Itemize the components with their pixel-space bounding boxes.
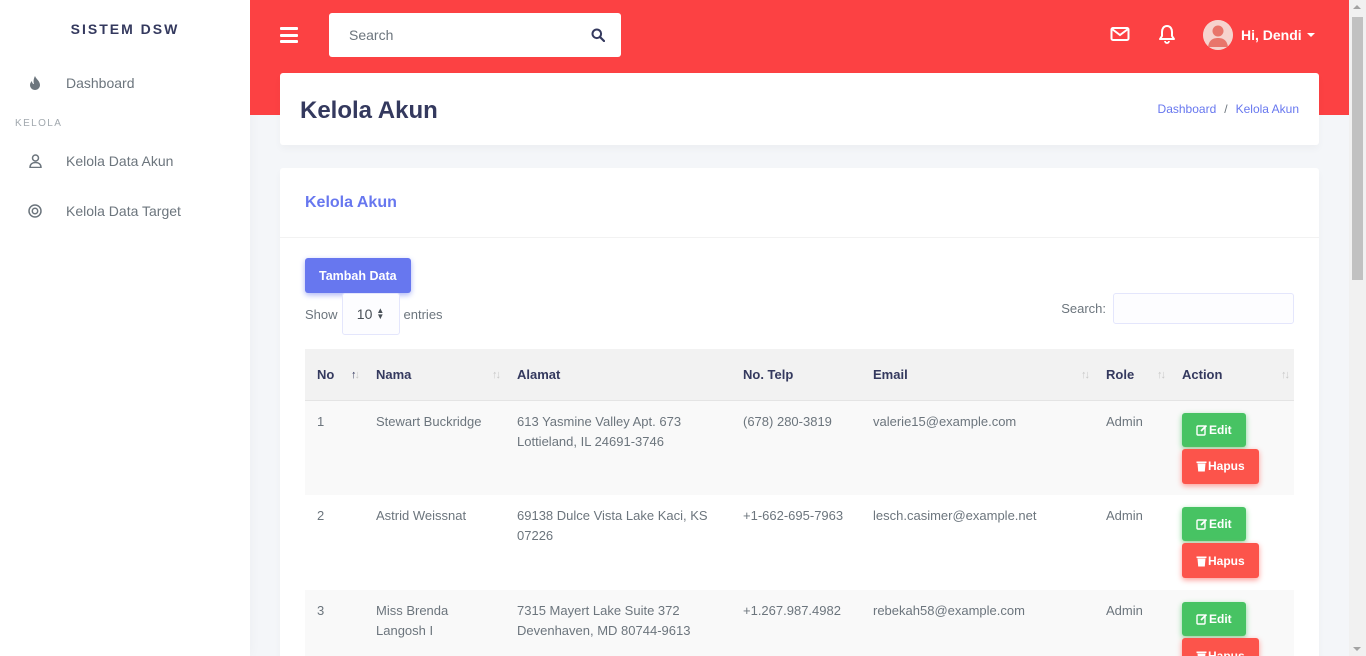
delete-button[interactable]: Hapus [1182,543,1259,578]
cell-action: Edit Hapus [1170,400,1294,495]
menu-toggle-icon[interactable] [280,27,298,43]
fire-icon [28,76,42,90]
edit-icon [1196,518,1208,530]
accounts-table: No ↑↓ Nama ↑↓ Alamat No. Telp Email ↑↓ Role… [305,349,1294,656]
cell-email: valerie15@example.com [873,413,1017,429]
page-title: Kelola Akun [300,97,438,124]
cell-nama: Miss Brenda Langosh I [376,603,449,638]
trash-icon [1196,651,1207,656]
sidebar-item-label: Kelola Data Akun [66,153,174,169]
cell-alamat: 69138 Dulce Vista Lake Kaci, KS 07226 [517,508,708,543]
cell-no: 3 [317,603,325,618]
cell-telp: +1-662-695-7963 [743,508,844,523]
cell-telp: (678) 280-3819 [743,413,832,429]
cell-no: 1 [317,413,325,429]
table-row: 2 Astrid Weissnat 69138 Dulce Vista Lake… [305,495,1294,590]
cell-alamat: 613 Yasmine Valley Apt. 673 Lottieland, … [517,413,682,449]
column-header-email[interactable]: Email ↑↓ [861,349,1094,400]
trash-icon [1196,556,1207,566]
sidebar: SISTEM DSW Dashboard KELOLA Kelola Data … [0,0,250,656]
table-row: 1 Stewart Buckridge 613 Yasmine Valley A… [305,400,1294,495]
cell-role: Admin [1106,603,1143,618]
table-row: 3 Miss Brenda Langosh I 7315 Mayert Lake… [305,590,1294,656]
column-header-action[interactable]: Action ↑↓ [1170,349,1294,400]
show-label: Show [305,306,338,322]
sort-icon: ↑↓ [351,369,360,381]
scroll-up-icon[interactable] [1353,5,1361,9]
cell-telp: +1.267.987.4982 [743,603,841,618]
user-icon [28,154,42,168]
sidebar-item-dashboard[interactable]: Dashboard [0,58,250,108]
sort-icon: ↑↓ [1157,369,1166,381]
edit-icon [1196,613,1208,625]
select-arrows-icon: ▲ ▼ [376,306,385,321]
sort-icon: ↑↓ [492,369,501,381]
chevron-down-icon [1306,33,1315,37]
search-form [329,13,621,57]
breadcrumb: Dashboard / Kelola Akun [1158,102,1299,116]
edit-button[interactable]: Edit [1182,507,1246,541]
page-scrollbar[interactable] [1349,0,1366,656]
cell-nama: Stewart Buckridge [376,413,482,429]
section-header: Kelola Akun Dashboard / Kelola Akun [280,73,1319,145]
filter-label: Search: [1061,301,1106,316]
sidebar-item-label: Dashboard [66,75,135,91]
column-header-alamat: Alamat [517,366,561,382]
search-input[interactable] [329,27,579,43]
column-header-role[interactable]: Role ↑↓ [1094,349,1170,400]
cell-action: Edit Hapus [1170,590,1294,656]
bell-icon[interactable] [1157,24,1177,44]
table-search-input[interactable] [1113,293,1294,324]
column-header-nama[interactable]: Nama ↑↓ [364,349,505,400]
envelope-icon[interactable] [1110,24,1130,44]
entries-label: entries [403,306,443,322]
scrollbar-thumb[interactable] [1352,17,1363,280]
entries-select[interactable]: 10 ▲ ▼ [341,293,400,335]
cell-action: Edit Hapus [1170,495,1294,590]
table-header-row: No ↑↓ Nama ↑↓ Alamat No. Telp Email ↑↓ Role… [305,349,1294,400]
cell-email: rebekah58@example.com [873,603,1025,618]
delete-button[interactable]: Hapus [1182,638,1259,656]
sidebar-item-label: Kelola Data Target [66,203,181,219]
breadcrumb-dashboard[interactable]: Dashboard [1158,102,1217,116]
scroll-down-icon[interactable] [1353,647,1361,651]
cell-email: lesch.casimer@example.net [873,508,1037,523]
table-filter: Search: [1061,293,1294,324]
top-navbar: Hi, Dendi [250,0,1350,70]
card-title: Kelola Akun [305,193,397,211]
edit-icon [1196,424,1208,436]
sidebar-item-kelola-data-target[interactable]: Kelola Data Target [0,186,250,236]
delete-button[interactable]: Hapus [1182,448,1259,484]
edit-button[interactable]: Edit [1182,602,1246,636]
search-icon[interactable] [591,28,606,43]
trash-icon [1196,461,1207,472]
cell-role: Admin [1106,508,1143,523]
avatar [1203,20,1233,50]
cell-role: Admin [1106,413,1143,429]
user-dropdown[interactable]: Hi, Dendi [1203,20,1315,50]
user-name: Hi, Dendi [1241,27,1302,43]
breadcrumb-separator: / [1224,102,1228,116]
edit-button[interactable]: Edit [1182,412,1246,447]
target-icon [28,204,42,218]
column-header-telp: No. Telp [743,366,794,382]
sort-icon: ↑↓ [1281,369,1290,381]
breadcrumb-current[interactable]: Kelola Akun [1236,102,1299,116]
brand-title[interactable]: SISTEM DSW [0,0,250,58]
sidebar-item-kelola-data-akun[interactable]: Kelola Data Akun [0,136,250,186]
entries-length-control: Show 10 ▲ ▼ entries [305,293,443,335]
cell-nama: Astrid Weissnat [376,508,467,523]
sort-icon: ↑↓ [1081,369,1090,381]
entries-value: 10 [356,306,373,322]
column-header-no[interactable]: No ↑↓ [305,349,364,400]
add-data-button[interactable]: Tambah Data [305,258,411,293]
main-card: Kelola Akun Tambah Data Show 10 ▲ ▼ entri… [280,168,1319,656]
sidebar-section-header: KELOLA [15,117,63,129]
cell-alamat: 7315 Mayert Lake Suite 372 Devenhaven, M… [517,603,691,638]
cell-no: 2 [317,508,325,523]
card-header: Kelola Akun [280,168,1319,238]
